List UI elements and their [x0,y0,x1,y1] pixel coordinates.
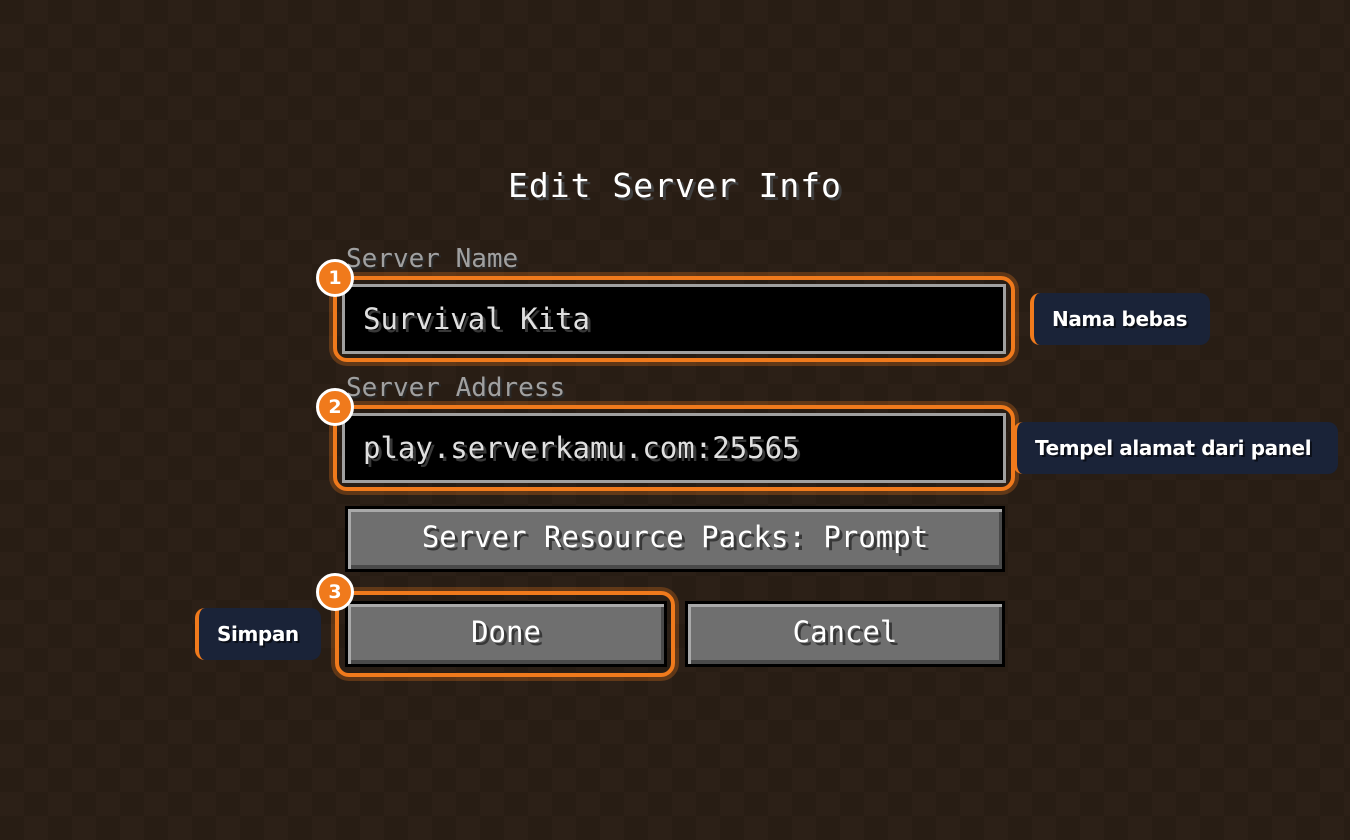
page-title: Edit Server Info [508,166,842,205]
step-badge-1: 1 [316,259,354,297]
server-name-label: Server Name [346,244,519,274]
server-address-input[interactable]: play.serverkamu.com:25565 [342,413,1006,483]
server-name-input[interactable]: Survival Kita [342,284,1006,354]
server-address-label: Server Address [346,373,566,403]
tip-done: Simpan [195,608,321,660]
done-button[interactable]: Done [345,601,667,667]
step-badge-2: 2 [316,388,354,426]
step-badge-3: 3 [316,573,354,611]
cancel-button[interactable]: Cancel [685,601,1005,667]
resource-packs-button[interactable]: Server Resource Packs: Prompt [345,506,1005,572]
tip-server-address: Tempel alamat dari panel [1013,422,1338,474]
tip-server-name: Nama bebas [1030,293,1210,345]
